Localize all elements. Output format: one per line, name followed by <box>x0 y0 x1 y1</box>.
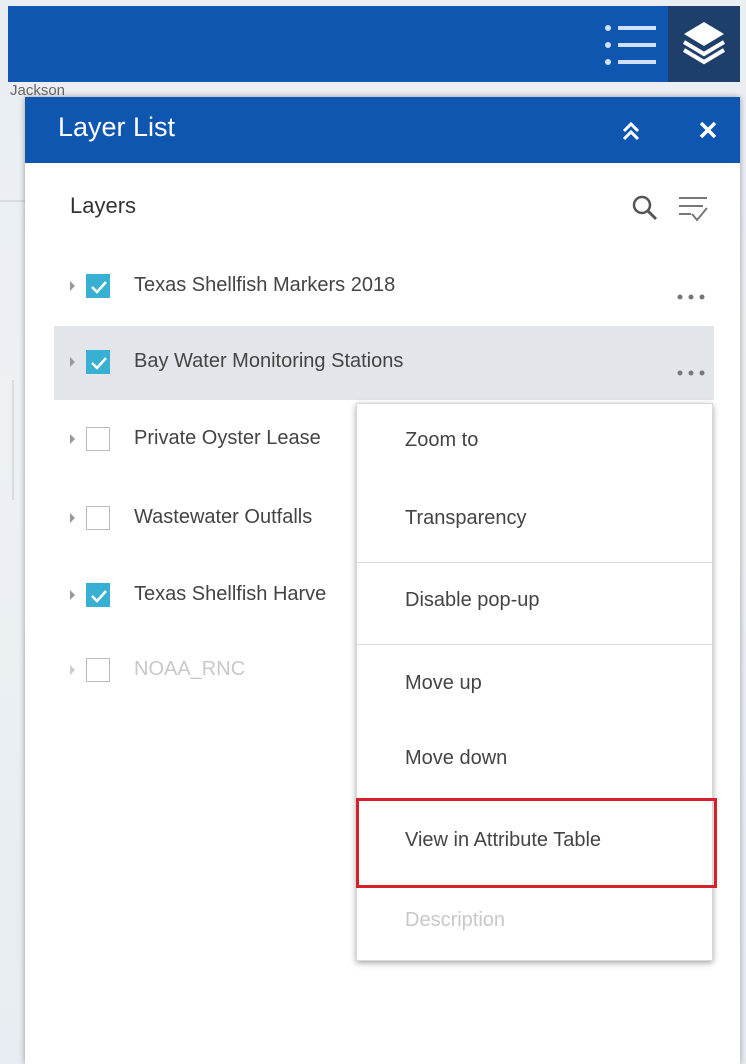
layers-stack-icon <box>682 22 726 65</box>
menu-item-label: Disable pop-up <box>405 589 540 611</box>
close-icon <box>699 121 717 139</box>
app-header-bar <box>8 6 740 82</box>
menu-item-description: Description <box>357 884 712 962</box>
layer-checkbox[interactable] <box>86 427 110 451</box>
expand-caret-icon[interactable] <box>70 665 75 675</box>
layer-checkbox[interactable] <box>86 350 110 374</box>
expand-caret-icon[interactable] <box>70 513 75 523</box>
close-button[interactable] <box>693 115 723 145</box>
menu-item-zoom-to[interactable]: Zoom to <box>357 404 712 482</box>
more-options-button[interactable] <box>674 290 708 302</box>
layer-label: Bay Water Monitoring Stations <box>134 350 404 372</box>
menu-divider <box>357 562 712 563</box>
layer-label: NOAA_RNC <box>134 658 246 680</box>
menu-item-move-down[interactable]: Move down <box>357 722 712 800</box>
layers-section-title: Layers <box>70 193 137 218</box>
search-icon[interactable] <box>630 193 658 221</box>
checkmark-icon <box>91 281 107 294</box>
more-options-button[interactable] <box>674 366 708 378</box>
menu-item-move-up[interactable]: Move up <box>357 647 712 725</box>
checkmark-icon <box>91 357 107 370</box>
layer-label: Texas Shellfish Markers 2018 <box>134 274 396 296</box>
menu-item-label: Move up <box>405 672 482 694</box>
menu-divider <box>357 644 712 645</box>
map-road <box>0 200 25 202</box>
layer-checkbox[interactable] <box>86 583 110 607</box>
layers-button[interactable] <box>668 6 740 82</box>
layer-checkbox[interactable] <box>86 274 110 298</box>
layer-row[interactable]: Texas Shellfish Markers 2018 <box>54 250 714 324</box>
layer-checkbox[interactable] <box>86 658 110 682</box>
menu-item-label: Move down <box>405 747 508 769</box>
layer-label: Texas Shellfish Harve <box>134 583 327 605</box>
expand-caret-icon[interactable] <box>70 434 75 444</box>
menu-item-label: Zoom to <box>405 429 479 451</box>
layer-label: Private Oyster Lease <box>134 427 321 449</box>
double-chevron-up-icon <box>622 121 640 141</box>
layer-row[interactable]: Bay Water Monitoring Stations <box>54 326 714 400</box>
menu-item-label: Transparency <box>405 507 527 529</box>
map-road <box>12 380 14 500</box>
layer-label: Wastewater Outfalls <box>134 506 313 528</box>
panel-title: Layer List <box>58 112 176 142</box>
collapse-button[interactable] <box>617 117 645 145</box>
filter-list-icon[interactable] <box>677 193 709 223</box>
checkmark-icon <box>91 590 107 603</box>
panel-header: Layer List <box>25 97 740 163</box>
layer-checkbox[interactable] <box>86 506 110 530</box>
menu-item-disable-popup[interactable]: Disable pop-up <box>357 564 712 642</box>
menu-item-transparency[interactable]: Transparency <box>357 482 712 560</box>
more-dots-icon <box>677 294 705 300</box>
expand-caret-icon[interactable] <box>70 357 75 367</box>
layer-list-button[interactable] <box>598 16 662 74</box>
more-dots-icon <box>677 370 705 376</box>
expand-caret-icon[interactable] <box>70 590 75 600</box>
highlight-box <box>356 798 717 888</box>
expand-caret-icon[interactable] <box>70 281 75 291</box>
menu-item-label: Description <box>405 909 506 931</box>
layer-list-icon <box>605 25 656 65</box>
